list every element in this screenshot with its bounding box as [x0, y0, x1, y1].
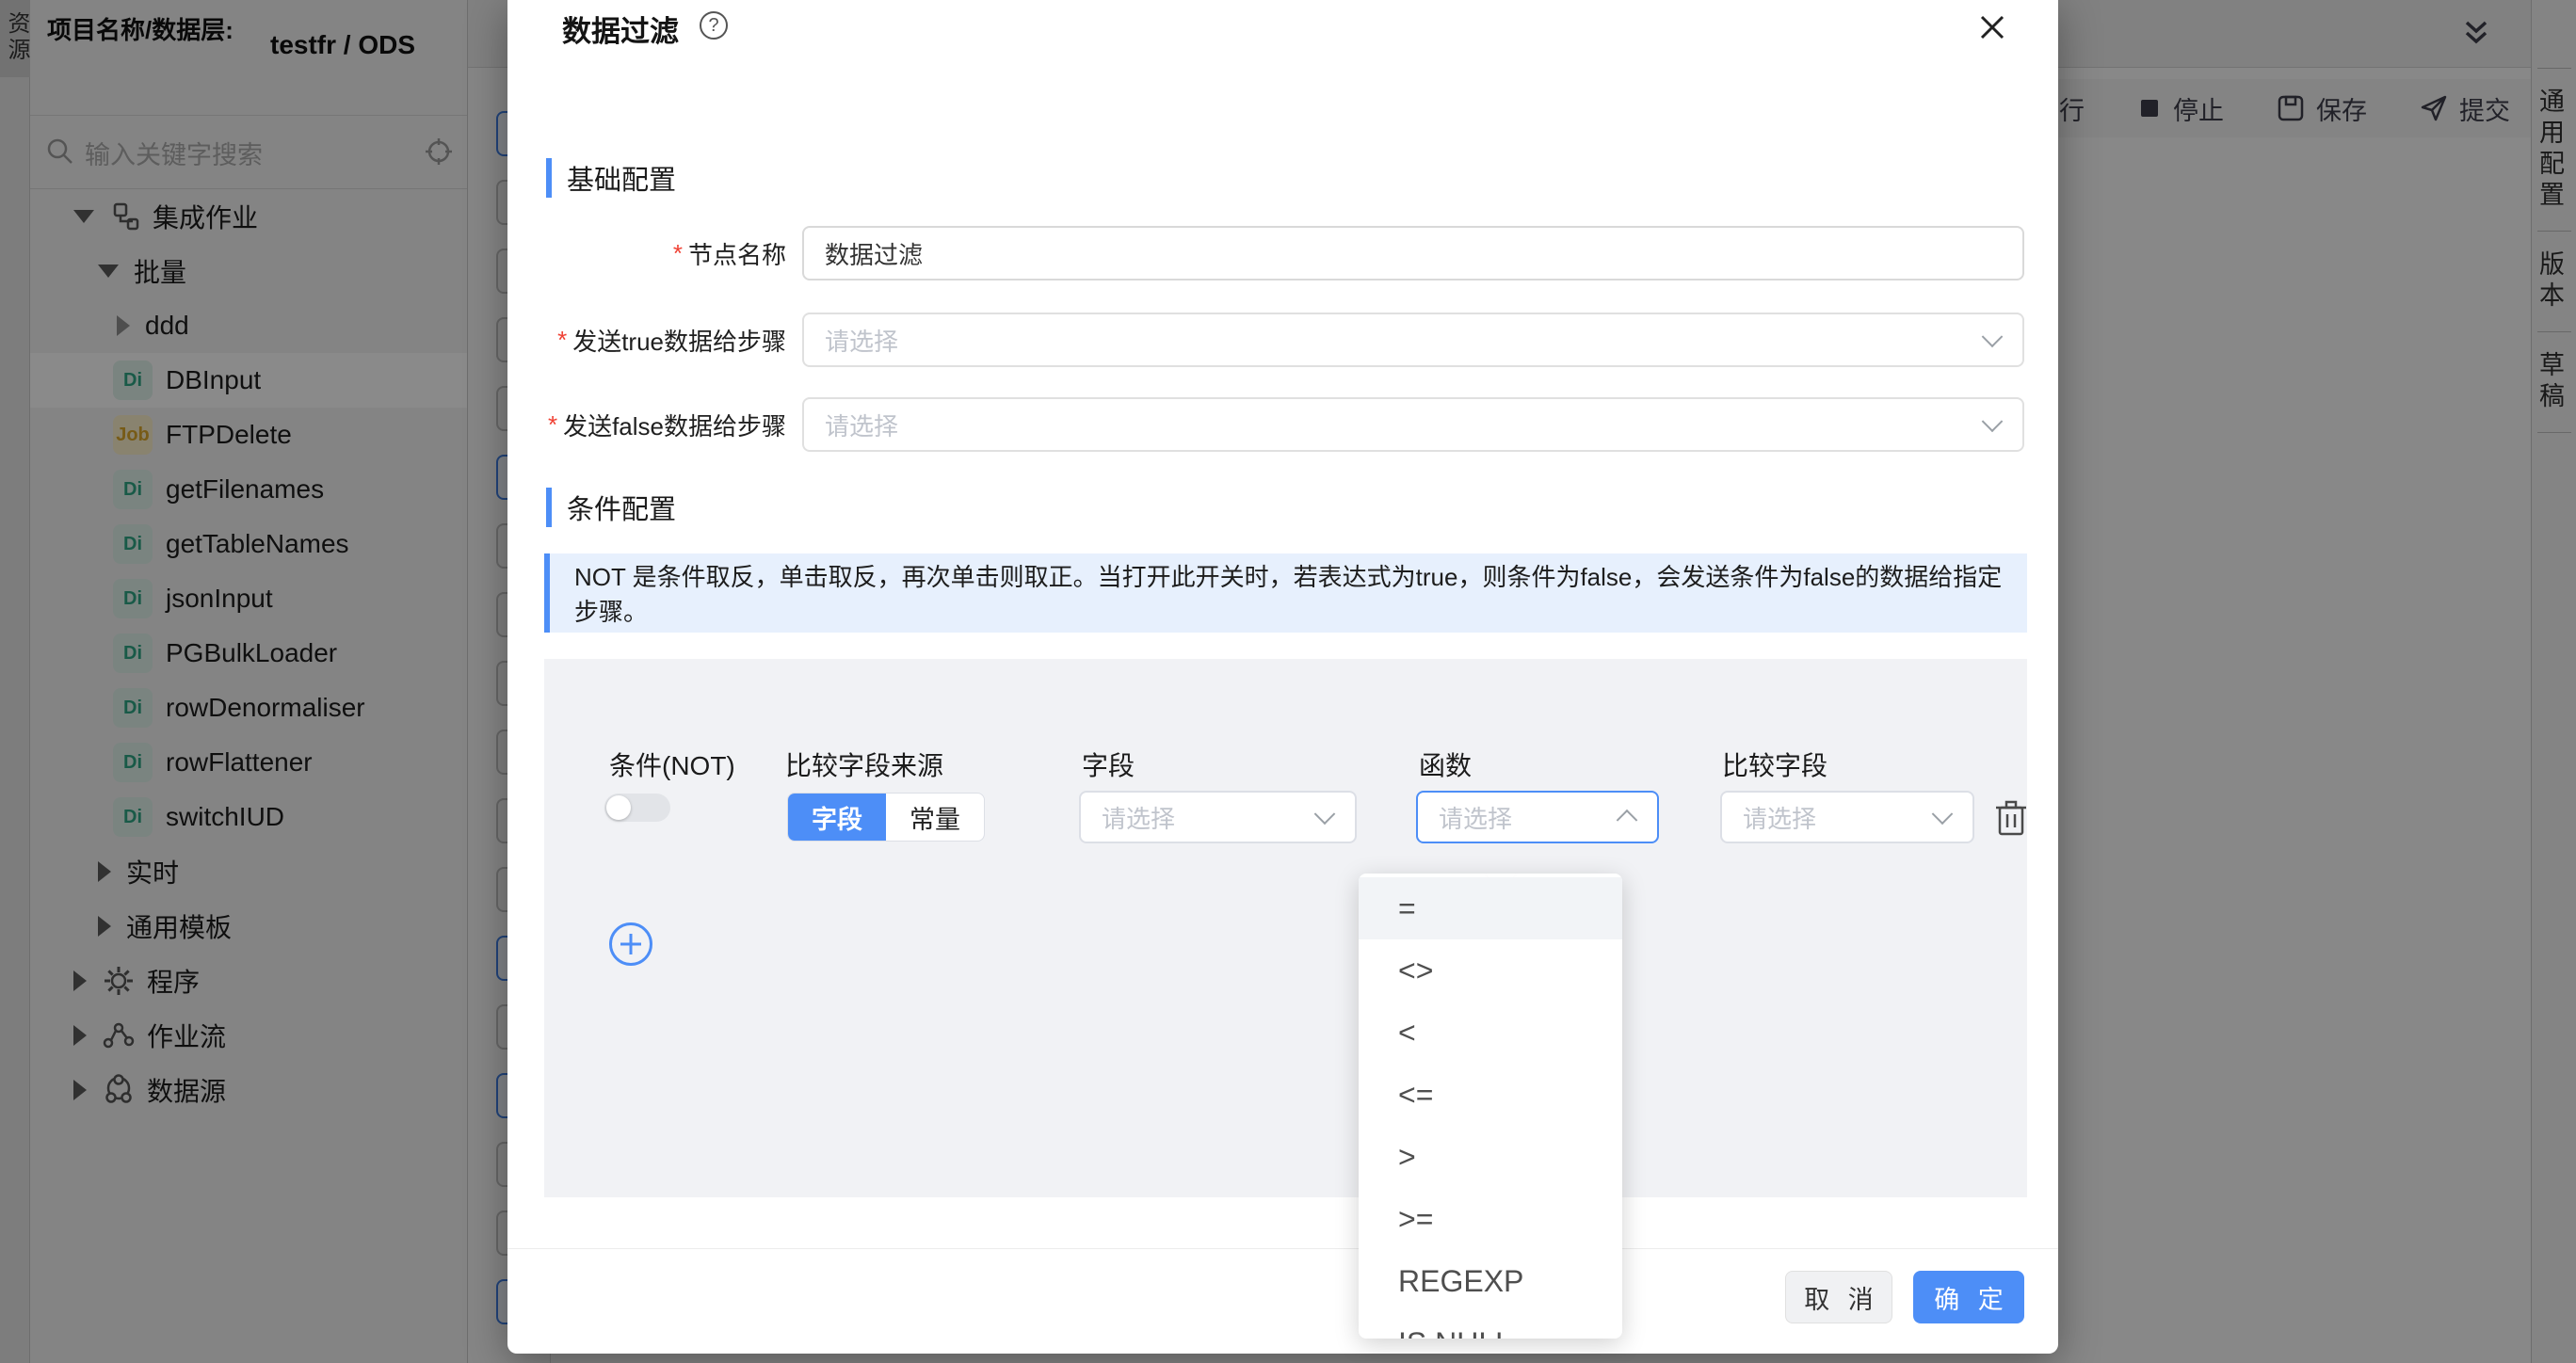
- function-dropdown: = <> < <= > >= REGEXP IS NULL: [1359, 874, 1622, 1339]
- source-option-field[interactable]: 字段: [788, 794, 886, 841]
- select-placeholder: 请选择: [1439, 800, 1512, 835]
- chevron-down-icon: [1314, 803, 1336, 825]
- toggle-knob: [606, 795, 631, 820]
- select-placeholder: 请选择: [825, 408, 898, 442]
- select-placeholder: 请选择: [1743, 800, 1816, 835]
- dropdown-option-ge[interactable]: >=: [1359, 1188, 1622, 1250]
- confirm-button[interactable]: 确 定: [1913, 1271, 2024, 1323]
- section-accent-bar: [546, 488, 552, 527]
- chevron-up-icon: [1617, 810, 1638, 831]
- node-name-input[interactable]: [802, 226, 2024, 281]
- section-title: 基础配置: [567, 158, 676, 198]
- true-step-row: * 发送true数据给步骤 请选择: [507, 313, 2058, 367]
- screen: 资源 项目名称/数据层: testfr / ODS 输入关键字搜索: [0, 0, 2576, 1363]
- source-segmented-control: 字段 常量: [787, 793, 985, 842]
- false-step-row: * 发送false数据给步骤 请选择: [507, 397, 2058, 452]
- source-option-constant[interactable]: 常量: [886, 794, 984, 841]
- header-function: 函数: [1419, 746, 1472, 783]
- banner-text: NOT 是条件取反，单击取反，再次单击则取正。当打开此开关时，若表达式为true…: [574, 558, 2003, 628]
- section-basic-config: 基础配置: [546, 158, 676, 198]
- dropdown-option-lt[interactable]: <: [1359, 1002, 1622, 1064]
- footer-divider: [507, 1248, 2058, 1249]
- delete-condition-icon[interactable]: [1993, 798, 2029, 838]
- true-step-select[interactable]: 请选择: [802, 313, 2024, 367]
- help-icon[interactable]: ?: [700, 11, 728, 40]
- dropdown-option-regexp[interactable]: REGEXP: [1359, 1250, 1622, 1312]
- close-icon[interactable]: [1976, 11, 2008, 43]
- select-placeholder: 请选择: [825, 323, 898, 358]
- dropdown-option-isnull[interactable]: IS NULL: [1359, 1312, 1622, 1339]
- false-step-select[interactable]: 请选择: [802, 397, 2024, 452]
- required-asterisk: *: [557, 326, 567, 355]
- not-toggle[interactable]: [604, 794, 670, 822]
- select-placeholder: 请选择: [1102, 800, 1175, 835]
- dropdown-option-gt[interactable]: >: [1359, 1126, 1622, 1188]
- field-select[interactable]: 请选择: [1079, 791, 1357, 843]
- false-step-label: * 发送false数据给步骤: [548, 397, 786, 452]
- true-step-label: * 发送true数据给步骤: [557, 313, 786, 367]
- header-compare-field: 比较字段: [1722, 746, 1827, 783]
- condition-panel: 条件(NOT) 比较字段来源 字段 函数 比较字段 字段 常量 请选择 请选择 …: [544, 659, 2027, 1197]
- function-select[interactable]: 请选择: [1416, 791, 1659, 843]
- chevron-down-icon: [1932, 803, 1954, 825]
- dropdown-option-eq[interactable]: =: [1359, 877, 1622, 939]
- chevron-down-icon: [1982, 326, 2004, 347]
- add-condition-button[interactable]: [609, 922, 652, 966]
- chevron-down-icon: [1982, 410, 2004, 432]
- not-info-banner: NOT 是条件取反，单击取反，再次单击则取正。当打开此开关时，若表达式为true…: [544, 553, 2027, 633]
- data-filter-dialog: 数据过滤 ? 基础配置 * 节点名称 * 发送true数据给步骤 请选择: [507, 0, 2058, 1354]
- header-not: 条件(NOT): [609, 746, 735, 783]
- node-name-label: * 节点名称: [673, 226, 786, 281]
- section-title: 条件配置: [567, 488, 676, 527]
- dropdown-option-le[interactable]: <=: [1359, 1064, 1622, 1126]
- required-asterisk: *: [673, 239, 683, 268]
- dropdown-options: = <> < <= > >= REGEXP IS NULL: [1359, 877, 1622, 1339]
- required-asterisk: *: [548, 410, 557, 440]
- section-accent-bar: [546, 158, 552, 198]
- compare-field-select[interactable]: 请选择: [1720, 791, 1974, 843]
- node-name-row: * 节点名称: [507, 226, 2058, 281]
- dialog-title: 数据过滤: [562, 8, 679, 50]
- dropdown-option-ne[interactable]: <>: [1359, 939, 1622, 1002]
- section-condition-config: 条件配置: [546, 488, 676, 527]
- cancel-button[interactable]: 取 消: [1785, 1271, 1892, 1323]
- header-field: 字段: [1082, 746, 1135, 783]
- header-source: 比较字段来源: [785, 746, 943, 783]
